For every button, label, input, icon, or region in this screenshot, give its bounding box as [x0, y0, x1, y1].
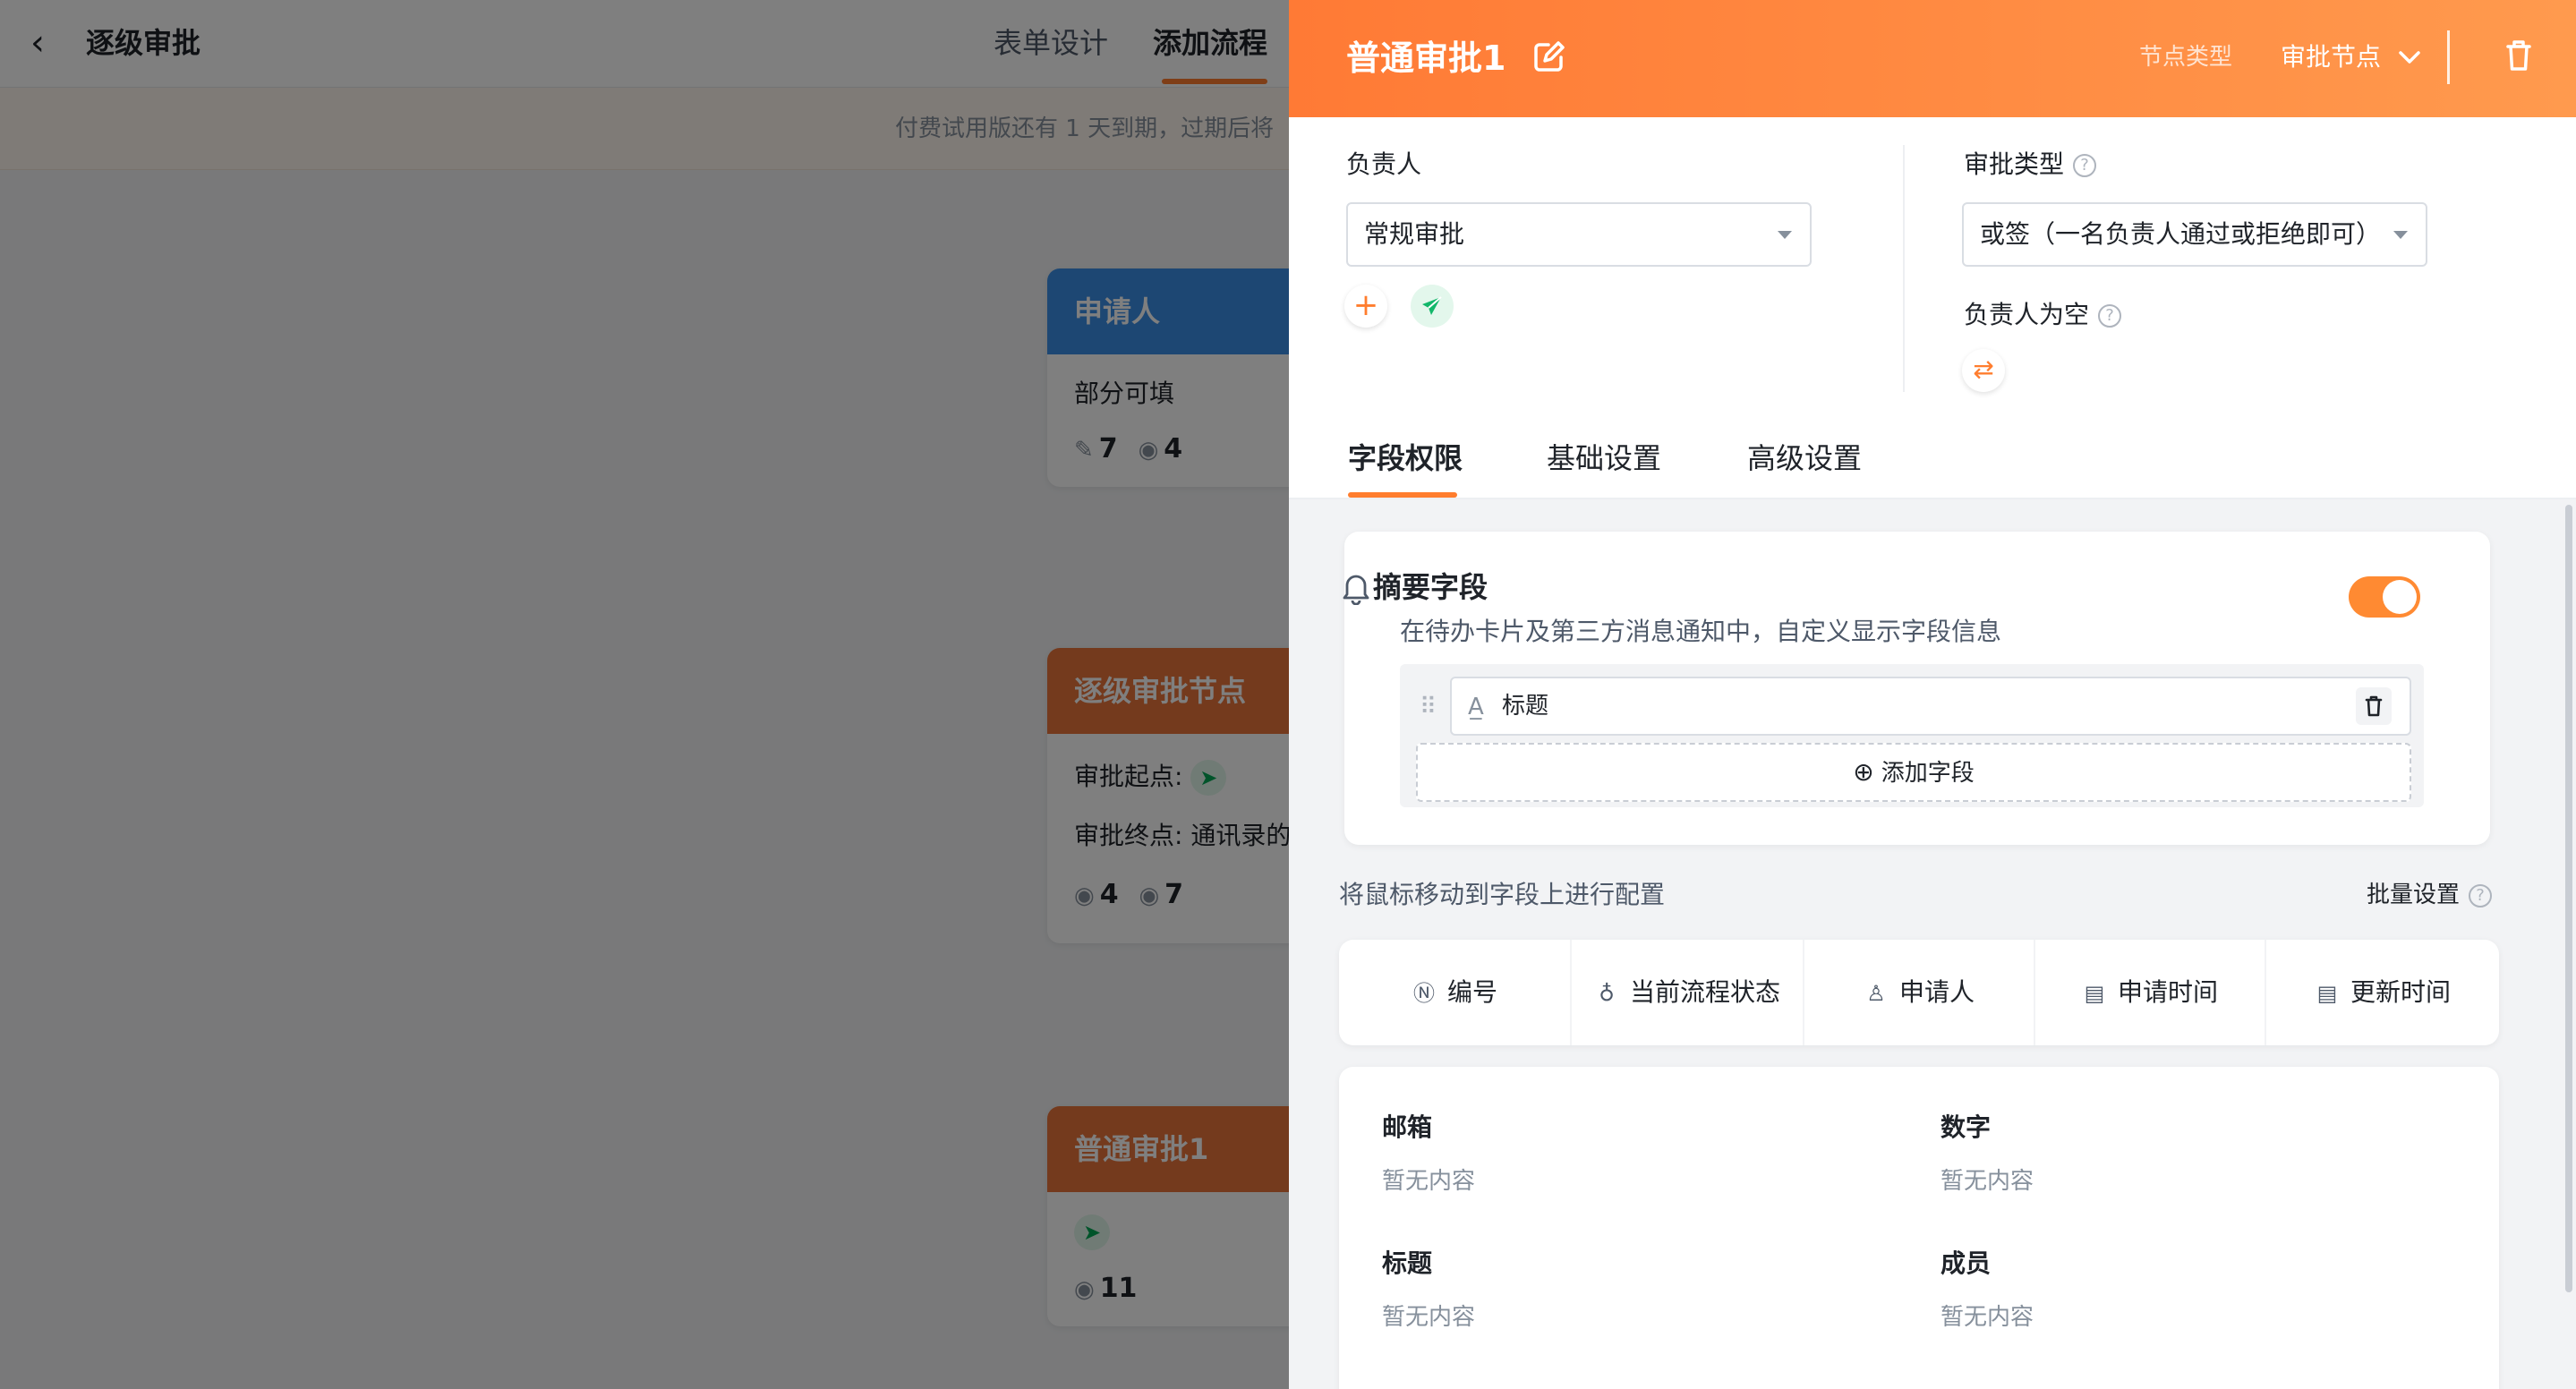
- owner-select[interactable]: 常规审批: [1346, 202, 1812, 267]
- system-field-label: 申请人: [1898, 977, 1975, 1007]
- edit-icon[interactable]: [1531, 39, 1566, 75]
- system-field-applicant[interactable]: ♙ 申请人: [1804, 940, 2035, 1045]
- summary-title: 摘要字段: [1373, 570, 1488, 604]
- drag-handle-icon[interactable]: ⠿: [1420, 691, 1437, 723]
- header-divider: [2447, 30, 2450, 84]
- approval-type-select[interactable]: 或签（一名负责人通过或拒绝即可）: [1962, 202, 2427, 267]
- add-field-button[interactable]: ⊕ 添加字段: [1416, 743, 2411, 802]
- summary-field-name: 标题: [1502, 693, 1549, 720]
- send-icon[interactable]: [1411, 285, 1454, 328]
- toggle-knob: [2383, 580, 2417, 614]
- tab-advanced-settings[interactable]: 高级设置: [1747, 439, 1862, 478]
- node-settings-drawer: 普通审批1 节点类型 审批节点 负责人 常规审批 + 审批类型? 或签（一名负责…: [1289, 0, 2576, 1389]
- system-field-number[interactable]: Ⓝ 编号: [1339, 940, 1572, 1045]
- field-value: 暂无内容: [1941, 1168, 2034, 1195]
- scrollbar[interactable]: [2565, 505, 2572, 1292]
- batch-settings[interactable]: 批量设置?: [2367, 877, 2493, 913]
- system-field-flow-status[interactable]: ♁ 当前流程状态: [1572, 940, 1804, 1045]
- remove-field-button[interactable]: [2356, 687, 2392, 725]
- field-value: 暂无内容: [1941, 1304, 2034, 1331]
- field-label[interactable]: 数字: [1941, 1110, 1991, 1146]
- flow-icon: ♁: [1599, 981, 1615, 1006]
- field-value: 暂无内容: [1382, 1304, 1476, 1331]
- calendar-icon: ▤: [2084, 981, 2105, 1006]
- column-divider: [1903, 145, 1905, 392]
- summary-toggle[interactable]: [2349, 576, 2420, 618]
- number-icon: Ⓝ: [1412, 981, 1435, 1006]
- bell-icon: [1343, 575, 1369, 605]
- system-field-update-time[interactable]: ▤ 更新时间: [2266, 940, 2499, 1045]
- owner-label: 负责人: [1346, 149, 1422, 179]
- calendar-icon: ▤: [2316, 981, 2338, 1006]
- trash-icon[interactable]: [2501, 36, 2537, 75]
- system-field-label: 当前流程状态: [1629, 977, 1780, 1007]
- tab-basic-settings[interactable]: 基础设置: [1547, 439, 1661, 478]
- batch-settings-label: 批量设置: [2367, 882, 2461, 908]
- form-fields-grid: 邮箱 暂无内容 数字 暂无内容 标题 暂无内容 成员 暂无内容: [1339, 1067, 2499, 1389]
- approval-type-label-text: 审批类型: [1964, 149, 2065, 179]
- add-owner-button[interactable]: +: [1344, 285, 1387, 328]
- help-icon[interactable]: ?: [2098, 304, 2122, 328]
- field-label[interactable]: 标题: [1382, 1246, 1432, 1282]
- tab-field-permissions[interactable]: 字段权限: [1348, 439, 1463, 478]
- approval-type-value: 或签（一名负责人通过或拒绝即可）: [1980, 219, 2382, 249]
- system-field-label: 编号: [1446, 977, 1497, 1007]
- caret-down-icon: [1778, 231, 1792, 239]
- system-fields-bar: Ⓝ 编号 ♁ 当前流程状态 ♙ 申请人 ▤ 申请时间 ▤ 更新时间: [1339, 940, 2499, 1045]
- node-type-select[interactable]: 审批节点: [2281, 39, 2381, 75]
- field-label[interactable]: 邮箱: [1382, 1110, 1432, 1146]
- owner-empty-label: 负责人为空?: [1964, 297, 2122, 333]
- help-icon[interactable]: ?: [2469, 883, 2493, 908]
- help-icon[interactable]: ?: [2073, 154, 2097, 177]
- plus-circle-icon: ⊕: [1853, 757, 1874, 787]
- system-field-apply-time[interactable]: ▤ 申请时间: [2035, 940, 2266, 1045]
- summary-description: 在待办卡片及第三方消息通知中，自定义显示字段信息: [1400, 617, 2002, 646]
- drawer-title: 普通审批1: [1346, 38, 1506, 78]
- owner-empty-label-text: 负责人为空: [1964, 300, 2090, 329]
- system-field-label: 申请时间: [2117, 977, 2218, 1007]
- field-value: 暂无内容: [1382, 1168, 1476, 1195]
- owner-select-value: 常规审批: [1364, 219, 1465, 249]
- caret-down-icon: [2393, 231, 2408, 239]
- field-label[interactable]: 成员: [1941, 1246, 1991, 1282]
- system-field-label: 更新时间: [2350, 977, 2451, 1007]
- chevron-down-icon[interactable]: [2395, 45, 2424, 70]
- config-hint: 将鼠标移动到字段上进行配置: [1339, 880, 1666, 909]
- trash-icon: [2365, 695, 2383, 717]
- add-field-label: 添加字段: [1881, 760, 1975, 787]
- approval-type-label: 审批类型?: [1964, 147, 2097, 183]
- modal-overlay[interactable]: [0, 0, 1289, 1389]
- user-icon: ♙: [1866, 981, 1886, 1006]
- swap-icon[interactable]: ⇄: [1962, 349, 2005, 392]
- summary-field-item[interactable]: [1450, 677, 2411, 736]
- text-field-icon: A̲: [1468, 694, 1484, 720]
- node-type-label: 节点类型: [2139, 44, 2233, 71]
